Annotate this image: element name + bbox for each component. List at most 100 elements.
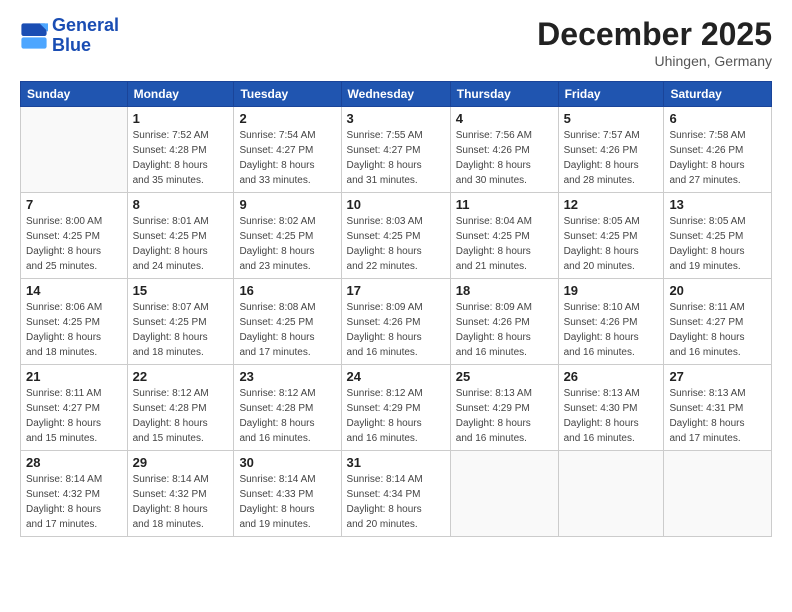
day-info: Sunrise: 8:00 AMSunset: 4:25 PMDaylight:… <box>26 214 122 274</box>
header: General Blue December 2025 Uhingen, Germ… <box>20 16 772 69</box>
day-info: Sunrise: 8:14 AMSunset: 4:32 PMDaylight:… <box>133 472 229 532</box>
day-info: Sunrise: 8:13 AMSunset: 4:31 PMDaylight:… <box>669 386 766 446</box>
week-row-5: 28 Sunrise: 8:14 AMSunset: 4:32 PMDayligh… <box>21 451 772 537</box>
logo-icon <box>20 22 48 50</box>
day-info: Sunrise: 8:12 AMSunset: 4:28 PMDaylight:… <box>239 386 335 446</box>
day-number: 24 <box>347 369 445 384</box>
header-row: SundayMondayTuesdayWednesdayThursdayFrid… <box>21 82 772 107</box>
header-cell-saturday: Saturday <box>664 82 772 107</box>
day-cell: 31Sunrise: 8:14 AMSunset: 4:34 PMDayligh… <box>341 451 450 537</box>
day-number: 6 <box>669 111 766 126</box>
day-cell: 20 Sunrise: 8:11 AMSunset: 4:27 PMDayligh… <box>664 279 772 365</box>
day-info: Sunrise: 8:03 AMSunset: 4:25 PMDaylight:… <box>347 214 445 274</box>
day-cell: 11Sunrise: 8:04 AMSunset: 4:25 PMDayligh… <box>450 193 558 279</box>
day-cell: 6 Sunrise: 7:58 AMSunset: 4:26 PMDaylight… <box>664 107 772 193</box>
day-number: 19 <box>564 283 659 298</box>
day-number: 3 <box>347 111 445 126</box>
day-cell: 13 Sunrise: 8:05 AMSunset: 4:25 PMDayligh… <box>664 193 772 279</box>
day-cell: 17Sunrise: 8:09 AMSunset: 4:26 PMDayligh… <box>341 279 450 365</box>
week-row-3: 14 Sunrise: 8:06 AMSunset: 4:25 PMDayligh… <box>21 279 772 365</box>
day-cell: 1 Sunrise: 7:52 AMSunset: 4:28 PMDaylight… <box>127 107 234 193</box>
day-info: Sunrise: 8:10 AMSunset: 4:26 PMDaylight:… <box>564 300 659 360</box>
day-number: 20 <box>669 283 766 298</box>
header-cell-monday: Monday <box>127 82 234 107</box>
day-number: 27 <box>669 369 766 384</box>
week-row-4: 21 Sunrise: 8:11 AMSunset: 4:27 PMDayligh… <box>21 365 772 451</box>
month-title: December 2025 <box>537 16 772 53</box>
day-cell: 16 Sunrise: 8:08 AMSunset: 4:25 PMDayligh… <box>234 279 341 365</box>
day-number: 2 <box>239 111 335 126</box>
day-info: Sunrise: 8:08 AMSunset: 4:25 PMDaylight:… <box>239 300 335 360</box>
day-cell: 10Sunrise: 8:03 AMSunset: 4:25 PMDayligh… <box>341 193 450 279</box>
day-cell: 28Sunrise: 8:14 AMSunset: 4:32 PMDayligh… <box>21 451 128 537</box>
day-number: 4 <box>456 111 553 126</box>
day-number: 21 <box>26 369 122 384</box>
day-cell <box>21 107 128 193</box>
day-info: Sunrise: 7:58 AMSunset: 4:26 PMDaylight:… <box>669 128 766 188</box>
page: General Blue December 2025 Uhingen, Germ… <box>0 0 792 612</box>
logo: General Blue <box>20 16 119 56</box>
header-cell-friday: Friday <box>558 82 664 107</box>
location: Uhingen, Germany <box>537 53 772 69</box>
day-number: 9 <box>239 197 335 212</box>
day-cell: 15 Sunrise: 8:07 AMSunset: 4:25 PMDayligh… <box>127 279 234 365</box>
day-cell: 21 Sunrise: 8:11 AMSunset: 4:27 PMDayligh… <box>21 365 128 451</box>
day-info: Sunrise: 8:09 AMSunset: 4:26 PMDaylight:… <box>347 300 445 360</box>
day-info: Sunrise: 7:52 AMSunset: 4:28 PMDaylight:… <box>133 128 229 188</box>
day-cell: 27 Sunrise: 8:13 AMSunset: 4:31 PMDayligh… <box>664 365 772 451</box>
day-number: 16 <box>239 283 335 298</box>
day-number: 28 <box>26 455 122 470</box>
logo-text: General Blue <box>52 16 119 56</box>
day-cell: 26 Sunrise: 8:13 AMSunset: 4:30 PMDayligh… <box>558 365 664 451</box>
day-info: Sunrise: 8:11 AMSunset: 4:27 PMDaylight:… <box>26 386 122 446</box>
day-number: 22 <box>133 369 229 384</box>
day-cell: 3 Sunrise: 7:55 AMSunset: 4:27 PMDaylight… <box>341 107 450 193</box>
day-info: Sunrise: 7:57 AMSunset: 4:26 PMDaylight:… <box>564 128 659 188</box>
day-number: 5 <box>564 111 659 126</box>
day-number: 14 <box>26 283 122 298</box>
day-cell: 2 Sunrise: 7:54 AMSunset: 4:27 PMDaylight… <box>234 107 341 193</box>
day-cell: 5 Sunrise: 7:57 AMSunset: 4:26 PMDaylight… <box>558 107 664 193</box>
day-info: Sunrise: 7:55 AMSunset: 4:27 PMDaylight:… <box>347 128 445 188</box>
day-cell: 25Sunrise: 8:13 AMSunset: 4:29 PMDayligh… <box>450 365 558 451</box>
day-cell: 7 Sunrise: 8:00 AMSunset: 4:25 PMDaylight… <box>21 193 128 279</box>
day-number: 25 <box>456 369 553 384</box>
day-number: 18 <box>456 283 553 298</box>
day-cell: 9 Sunrise: 8:02 AMSunset: 4:25 PMDaylight… <box>234 193 341 279</box>
day-cell <box>664 451 772 537</box>
day-cell: 19 Sunrise: 8:10 AMSunset: 4:26 PMDayligh… <box>558 279 664 365</box>
logo-line2: Blue <box>52 36 119 56</box>
day-info: Sunrise: 8:13 AMSunset: 4:30 PMDaylight:… <box>564 386 659 446</box>
day-info: Sunrise: 8:01 AMSunset: 4:25 PMDaylight:… <box>133 214 229 274</box>
calendar: SundayMondayTuesdayWednesdayThursdayFrid… <box>20 81 772 537</box>
day-info: Sunrise: 8:11 AMSunset: 4:27 PMDaylight:… <box>669 300 766 360</box>
day-info: Sunrise: 8:07 AMSunset: 4:25 PMDaylight:… <box>133 300 229 360</box>
week-row-2: 7 Sunrise: 8:00 AMSunset: 4:25 PMDaylight… <box>21 193 772 279</box>
day-number: 13 <box>669 197 766 212</box>
day-info: Sunrise: 8:14 AMSunset: 4:33 PMDaylight:… <box>239 472 335 532</box>
day-cell: 8 Sunrise: 8:01 AMSunset: 4:25 PMDaylight… <box>127 193 234 279</box>
day-number: 1 <box>133 111 229 126</box>
day-number: 11 <box>456 197 553 212</box>
day-cell: 14 Sunrise: 8:06 AMSunset: 4:25 PMDayligh… <box>21 279 128 365</box>
day-cell: 18 Sunrise: 8:09 AMSunset: 4:26 PMDayligh… <box>450 279 558 365</box>
header-cell-wednesday: Wednesday <box>341 82 450 107</box>
week-row-1: 1 Sunrise: 7:52 AMSunset: 4:28 PMDaylight… <box>21 107 772 193</box>
day-info: Sunrise: 8:02 AMSunset: 4:25 PMDaylight:… <box>239 214 335 274</box>
day-cell: 22Sunrise: 8:12 AMSunset: 4:28 PMDayligh… <box>127 365 234 451</box>
day-cell: 30Sunrise: 8:14 AMSunset: 4:33 PMDayligh… <box>234 451 341 537</box>
day-number: 15 <box>133 283 229 298</box>
day-number: 7 <box>26 197 122 212</box>
day-info: Sunrise: 8:06 AMSunset: 4:25 PMDaylight:… <box>26 300 122 360</box>
day-info: Sunrise: 7:54 AMSunset: 4:27 PMDaylight:… <box>239 128 335 188</box>
day-info: Sunrise: 8:05 AMSunset: 4:25 PMDaylight:… <box>669 214 766 274</box>
day-number: 8 <box>133 197 229 212</box>
day-number: 26 <box>564 369 659 384</box>
day-cell: 24Sunrise: 8:12 AMSunset: 4:29 PMDayligh… <box>341 365 450 451</box>
logo-line1: General <box>52 16 119 36</box>
day-number: 29 <box>133 455 229 470</box>
title-block: December 2025 Uhingen, Germany <box>537 16 772 69</box>
day-info: Sunrise: 8:09 AMSunset: 4:26 PMDaylight:… <box>456 300 553 360</box>
day-cell: 23Sunrise: 8:12 AMSunset: 4:28 PMDayligh… <box>234 365 341 451</box>
day-info: Sunrise: 7:56 AMSunset: 4:26 PMDaylight:… <box>456 128 553 188</box>
